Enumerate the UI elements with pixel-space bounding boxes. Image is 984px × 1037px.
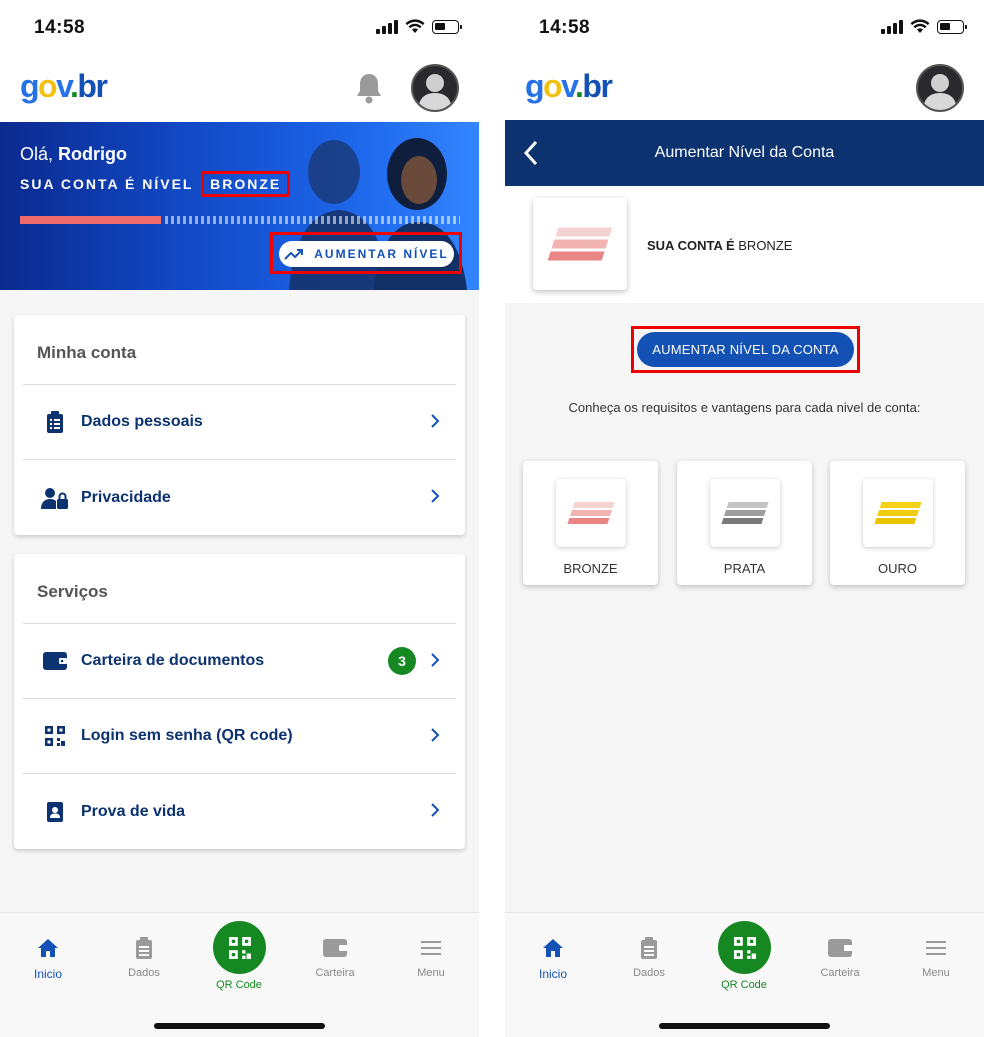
card-title: Minha conta [23, 315, 456, 385]
tab-bar: Inicio Dados QR Code Carteira Menu [0, 912, 479, 1037]
level-progress-fill [20, 216, 161, 224]
clipboard-icon [136, 937, 152, 959]
list-item-qr-login[interactable]: Login sem senha (QR code) [23, 699, 456, 774]
highlight-box: AUMENTAR NÍVEL DA CONTA [631, 326, 860, 373]
trending-up-icon [284, 249, 304, 260]
tab-wallet[interactable]: Carteira [800, 935, 880, 979]
tab-qr-code[interactable] [718, 921, 771, 974]
chevron-right-icon [431, 414, 440, 428]
menu-icon [926, 941, 946, 955]
home-indicator [659, 1023, 830, 1029]
avatar[interactable] [411, 64, 459, 112]
list-item-wallet[interactable]: Carteira de documentos 3 [23, 624, 456, 699]
bronze-level-icon [533, 198, 627, 290]
tab-qr-code[interactable] [213, 921, 266, 974]
chevron-right-icon [431, 653, 440, 667]
qr-icon [733, 936, 756, 959]
raise-account-level-button[interactable]: AUMENTAR NÍVEL DA CONTA [637, 332, 854, 367]
gold-level-icon [863, 479, 933, 547]
list-item-privacy[interactable]: Privacidade [23, 460, 456, 535]
menu-icon [421, 941, 441, 955]
list-item-proof-of-life[interactable]: Prova de vida [23, 774, 456, 849]
raise-level-button[interactable]: AUMENTAR NÍVEL [279, 241, 454, 267]
home-icon [38, 939, 58, 957]
home-screen: 14:58 gov.br Olá, Rodrigo SUA CONTA É NÍ… [0, 0, 479, 1037]
tab-menu[interactable]: Menu [896, 935, 976, 979]
status-time: 14:58 [34, 17, 86, 38]
tab-qr-code-label: QR Code [721, 979, 767, 991]
govbr-logo: gov.br [20, 68, 108, 104]
clipboard-icon [641, 937, 657, 959]
app-header: gov.br [505, 58, 984, 122]
wifi-icon [405, 19, 425, 33]
tier-card-gold[interactable]: OURO [830, 461, 965, 585]
screen-separator [479, 0, 505, 1037]
user-name: Rodrigo [58, 144, 128, 164]
signal-icon [881, 19, 903, 34]
silver-level-icon [710, 479, 780, 547]
card-title: Serviços [23, 554, 456, 624]
chevron-right-icon [431, 489, 440, 503]
tab-menu[interactable]: Menu [391, 935, 471, 979]
signal-icon [376, 19, 398, 34]
account-level: BRONZE [201, 171, 291, 197]
tab-qr-code-label: QR Code [216, 979, 262, 991]
home-indicator [154, 1023, 325, 1029]
tier-card-silver[interactable]: PRATA [677, 461, 812, 585]
raise-level-screen: 14:58 gov.br Aumentar Nível da Conta SUA… [505, 0, 984, 1037]
chevron-right-icon [431, 728, 440, 742]
govbr-logo: gov.br [525, 68, 613, 104]
page-title: Aumentar Nível da Conta [654, 144, 835, 161]
services-card: Serviços Carteira de documentos 3 Login … [14, 554, 465, 849]
chevron-right-icon [431, 803, 440, 817]
qr-icon [45, 726, 65, 746]
highlight-box: AUMENTAR NÍVEL [270, 232, 462, 274]
battery-icon [432, 19, 462, 34]
qr-icon [228, 936, 251, 959]
list-item-personal-data[interactable]: Dados pessoais [23, 385, 456, 460]
level-progress-bar [20, 216, 460, 224]
avatar[interactable] [916, 64, 964, 112]
level-banner: Olá, Rodrigo SUA CONTA É NÍVEL BRONZE AU… [0, 122, 479, 290]
tab-home[interactable]: Inicio [8, 935, 88, 981]
nav-bar: Aumentar Nível da Conta [505, 120, 984, 186]
greeting: Olá, Rodrigo [20, 144, 128, 164]
account-card: Minha conta Dados pessoais Privacidade [14, 315, 465, 535]
current-level-box: SUA CONTA É BRONZE [505, 186, 984, 303]
tab-wallet[interactable]: Carteira [295, 935, 375, 979]
tier-card-bronze[interactable]: BRONZE [523, 461, 658, 585]
account-level-text: SUA CONTA É BRONZE [647, 238, 793, 253]
account-level-line: SUA CONTA É NÍVEL BRONZE [20, 171, 291, 197]
wifi-icon [910, 19, 930, 33]
tab-data[interactable]: Dados [104, 935, 184, 979]
requirements-text: Conheça os requisitos e vantagens para c… [568, 400, 921, 415]
app-header: gov.br [0, 58, 479, 122]
home-icon [543, 939, 563, 957]
wallet-icon [323, 939, 347, 957]
status-time: 14:58 [539, 17, 591, 38]
status-bar: 14:58 [0, 0, 479, 58]
tab-data[interactable]: Dados [609, 935, 689, 979]
clipboard-icon [47, 411, 63, 433]
tab-home[interactable]: Inicio [513, 935, 593, 981]
count-badge: 3 [388, 647, 416, 675]
id-badge-icon [47, 801, 63, 822]
wallet-icon [828, 939, 852, 957]
wallet-icon [43, 652, 67, 670]
bronze-level-icon [556, 479, 626, 547]
battery-icon [937, 19, 967, 34]
status-bar: 14:58 [505, 0, 984, 58]
user-lock-icon [41, 487, 68, 509]
bell-icon[interactable] [355, 72, 383, 104]
tab-bar: Inicio Dados QR Code Carteira Menu [505, 912, 984, 1037]
